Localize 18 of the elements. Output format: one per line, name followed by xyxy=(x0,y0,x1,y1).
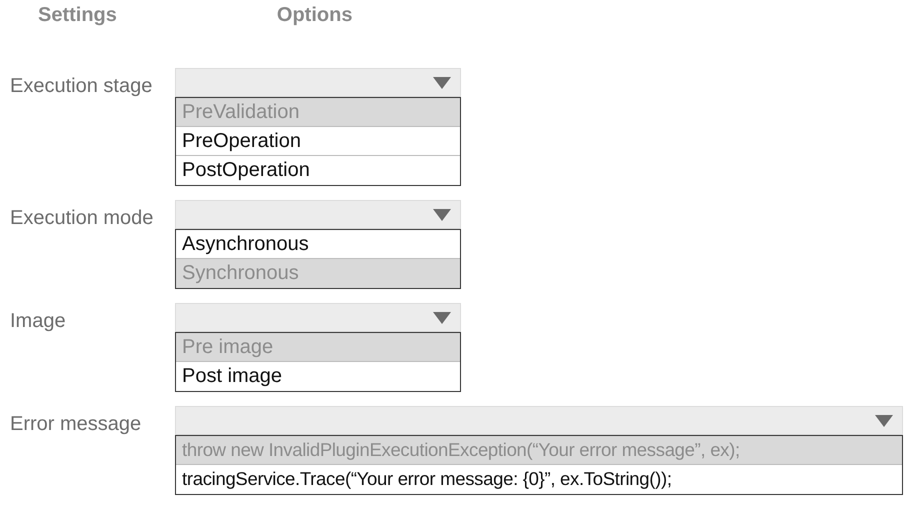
column-header: Settings xyxy=(38,3,117,28)
dropdown-option[interactable]: PostOperation xyxy=(176,156,460,185)
dropdown[interactable] xyxy=(175,406,903,435)
dropdown-arrow-icon xyxy=(874,414,894,428)
dropdown-arrow-icon xyxy=(432,76,452,90)
dropdown[interactable] xyxy=(175,303,461,332)
setting-label: Execution stage xyxy=(9,74,154,99)
dropdown-arrow-icon xyxy=(432,310,452,324)
dropdown-option[interactable]: tracingService.Trace(“Your error message: {0}”, ex.ToString()); xyxy=(176,465,902,494)
setting-label: Image xyxy=(9,309,67,334)
setting-label: Execution mode xyxy=(9,206,154,231)
dropdown-option[interactable]: PreOperation xyxy=(176,127,460,156)
column-header: Options xyxy=(276,3,352,28)
dropdown-option[interactable]: Post image xyxy=(176,362,460,391)
setting-label: Error message xyxy=(9,412,142,437)
dropdown[interactable] xyxy=(175,200,461,229)
dropdown-arrow-icon xyxy=(432,208,452,222)
dropdown[interactable] xyxy=(175,68,461,97)
